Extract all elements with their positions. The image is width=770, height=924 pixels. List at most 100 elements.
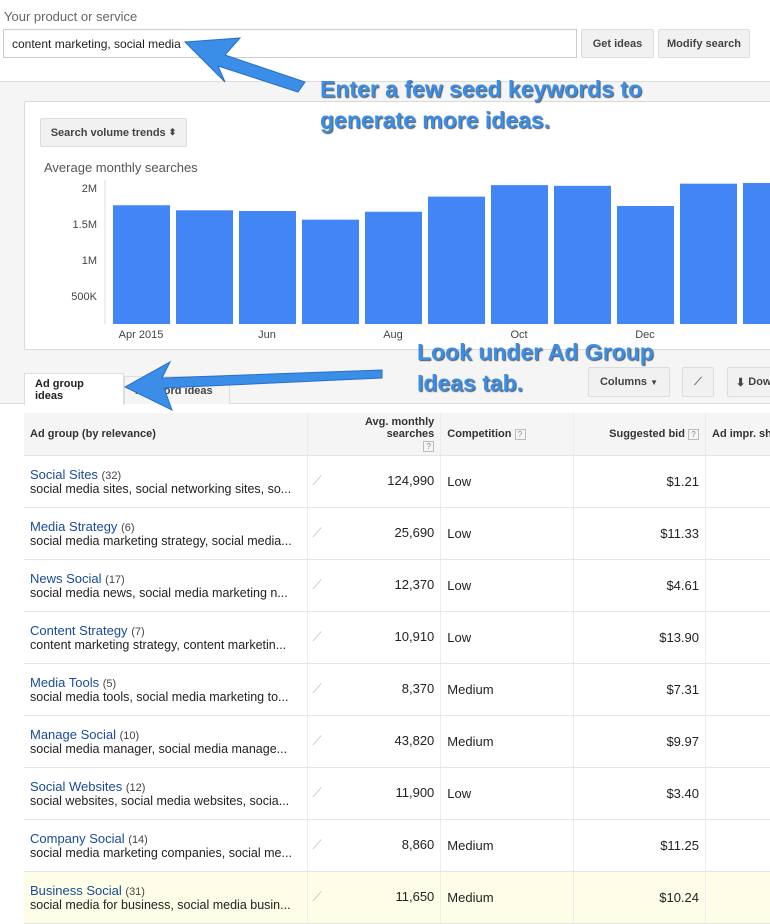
searches-value: 11,900 — [395, 785, 434, 800]
ad-group-cell: Media Tools (5)social media tools, socia… — [24, 663, 308, 715]
searches-cell: ⟋ 11,900 — [308, 767, 441, 819]
chart-select-label: Search volume trends — [51, 127, 166, 139]
bid-cell: $1.21 — [574, 455, 706, 507]
keyword-count: (6) — [121, 522, 134, 534]
bar-feb[interactable] — [743, 183, 770, 324]
searches-value: 11,650 — [395, 889, 434, 904]
keyword-count: (14) — [128, 834, 148, 846]
ad-group-cell: Content Strategy (7)content marketing st… — [24, 611, 308, 663]
annotation-seed-keywords: Enter a few seed keywords togenerate mor… — [320, 74, 642, 136]
chart-type-select[interactable]: Search volume trends ⬍ — [40, 118, 187, 147]
table-row: Business Social (31)social media for bus… — [24, 871, 770, 923]
bar-jun[interactable] — [239, 211, 296, 324]
searches-cell: ⟋8,370 — [308, 663, 441, 715]
impr-share-cell — [706, 819, 770, 871]
header-competition[interactable]: Competition ? — [441, 413, 574, 455]
keywords-preview: social media for business, social media … — [30, 898, 301, 912]
table-row: Company Social (14)social media marketin… — [24, 819, 770, 871]
keyword-count: (5) — [103, 678, 116, 690]
header-ad-group[interactable]: Ad group (by relevance) — [24, 413, 308, 455]
help-icon[interactable]: ? — [515, 429, 526, 440]
ad-group-link[interactable]: Manage Social — [30, 727, 116, 742]
bar-sep[interactable] — [428, 197, 485, 324]
searches-cell: ⟋ 11,650 — [308, 871, 441, 923]
download-icon: ⬇ — [736, 376, 745, 389]
bid-cell: $11.25 — [574, 819, 706, 871]
ad-group-link[interactable]: Business Social — [30, 883, 122, 898]
tab-keyword-ideas[interactable]: Keyword ideas — [124, 376, 230, 404]
ad-group-link[interactable]: News Social — [30, 571, 102, 586]
bar-oct[interactable] — [491, 185, 548, 324]
trend-chart-icon[interactable]: ⟋ — [308, 837, 321, 853]
keywords-preview: social media marketing strategy, social … — [30, 534, 301, 548]
searches-value: 43,820 — [395, 733, 435, 748]
trend-chart-icon[interactable]: ⟋ — [308, 629, 321, 645]
product-input[interactable] — [3, 29, 577, 58]
searches-value: 10,910 — [395, 629, 435, 644]
bar-dec[interactable] — [617, 206, 674, 324]
trend-chart-icon[interactable]: ⟋ — [308, 525, 321, 541]
trend-chart-icon[interactable]: ⟋ — [308, 785, 321, 801]
bar-jul[interactable] — [302, 220, 359, 324]
competition-cell: Low — [441, 455, 574, 507]
help-icon[interactable]: ? — [423, 441, 434, 452]
impr-share-cell — [706, 507, 770, 559]
bid-cell: $13.90 — [574, 611, 706, 663]
bar-jan[interactable] — [680, 184, 737, 324]
keywords-preview: social media marketing companies, social… — [30, 846, 301, 860]
header-competition-label: Competition — [447, 428, 511, 440]
competition-cell: Low — [441, 611, 574, 663]
ad-group-cell: Company Social (14)social media marketin… — [24, 819, 308, 871]
bar-may[interactable] — [176, 210, 233, 324]
table-row: Manage Social (10)social media manager, … — [24, 715, 770, 767]
impr-share-cell — [706, 715, 770, 767]
searches-value: 12,370 — [395, 577, 435, 592]
searches-cell: ⟋25,690 — [308, 507, 441, 559]
keyword-count: (32) — [102, 470, 122, 482]
ad-group-table: Ad group (by relevance) Avg. monthly sea… — [24, 413, 770, 924]
competition-cell: Medium — [441, 819, 574, 871]
ad-group-link[interactable]: Content Strategy — [30, 623, 128, 638]
trend-chart-icon[interactable]: ⟋ — [308, 889, 321, 905]
searches-value: 8,860 — [402, 837, 435, 852]
bid-cell: $4.61 — [574, 559, 706, 611]
ad-group-link[interactable]: Social Websites — [30, 779, 122, 794]
keywords-preview: social media tools, social media marketi… — [30, 690, 301, 704]
keyword-count: (12) — [126, 782, 146, 794]
header-suggested-bid[interactable]: Suggested bid ? — [574, 413, 706, 455]
keyword-count: (31) — [125, 886, 145, 898]
ad-group-link[interactable]: Media Strategy — [30, 519, 117, 534]
ad-group-link[interactable]: Media Tools — [30, 675, 99, 690]
bid-cell: $7.31 — [574, 663, 706, 715]
bar-aug[interactable] — [365, 212, 422, 324]
header-avg-searches[interactable]: Avg. monthly searches? — [308, 413, 441, 455]
trend-chart-icon[interactable]: ⟋ — [308, 733, 321, 749]
bar-nov[interactable] — [554, 186, 611, 324]
annotation-line: generate more ideas. — [320, 105, 642, 136]
searches-cell: ⟋124,990 — [308, 455, 441, 507]
help-icon[interactable]: ? — [688, 429, 699, 440]
header-ad-impr-share[interactable]: Ad impr. share — [706, 413, 770, 455]
modify-search-button[interactable]: Modify search — [658, 29, 750, 58]
x-tick-label: Jun — [258, 329, 276, 341]
table-row: Media Tools (5)social media tools, socia… — [24, 663, 770, 715]
get-ideas-button[interactable]: Get ideas — [581, 29, 654, 58]
bar-apr-2015[interactable] — [113, 205, 170, 324]
annotation-line: Ideas tab. — [417, 368, 654, 399]
y-tick-label: 1M — [82, 255, 97, 267]
download-label: Download — [748, 376, 770, 388]
tab-ad-group-ideas[interactable]: Ad group ideas — [24, 373, 124, 405]
impr-share-cell — [706, 455, 770, 507]
trend-chart-icon[interactable]: ⟋ — [308, 681, 321, 697]
bar-chart: 2M1.5M1M500KApr 2015JunAugOctDec — [0, 170, 770, 350]
chart-toggle-button[interactable]: ⟋ — [682, 367, 714, 397]
download-button[interactable]: ⬇ Download — [727, 367, 770, 397]
table-row: News Social (17)social media news, socia… — [24, 559, 770, 611]
trend-chart-icon[interactable]: ⟋ — [308, 473, 321, 489]
annotation-line: Look under Ad Group — [417, 337, 654, 368]
impr-share-cell — [706, 559, 770, 611]
impr-share-cell — [706, 871, 770, 923]
trend-chart-icon[interactable]: ⟋ — [308, 577, 321, 593]
ad-group-link[interactable]: Company Social — [30, 831, 125, 846]
ad-group-link[interactable]: Social Sites — [30, 467, 98, 482]
